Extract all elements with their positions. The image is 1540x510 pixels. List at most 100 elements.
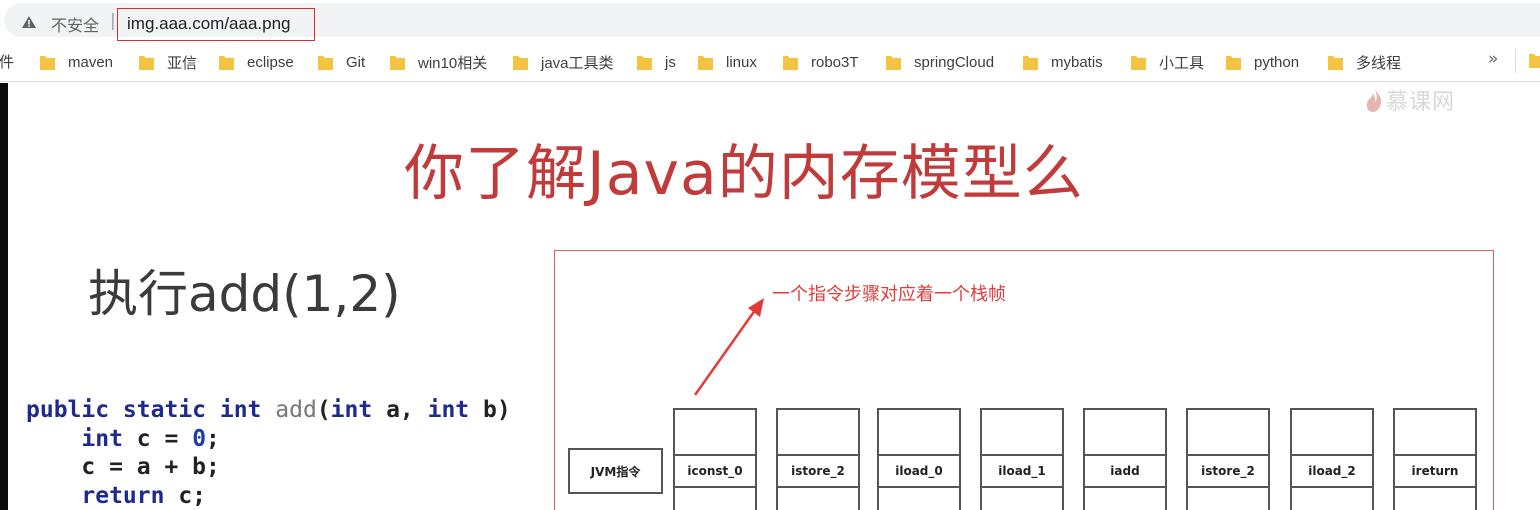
- bookmark-label: springCloud: [914, 53, 995, 71]
- instruction-column: ireturn: [1393, 408, 1477, 510]
- instruction-cell: iload_1: [980, 454, 1064, 488]
- instruction-cell: ireturn: [1393, 454, 1477, 488]
- bookmark-item[interactable]: springCloud: [886, 52, 994, 72]
- bookmark-item[interactable]: eclipse: [219, 52, 294, 72]
- folder-icon: [390, 56, 405, 70]
- bookmark-label: 亚信: [167, 54, 198, 72]
- bookmark-label: 小工具: [1159, 54, 1205, 72]
- slide-subtitle: 执行add(1,2): [88, 265, 401, 323]
- bookmark-item[interactable]: mybatis: [1023, 52, 1103, 72]
- left-edge-strip: [0, 83, 8, 510]
- instruction-cell: iadd: [1083, 454, 1167, 488]
- code-function-name: add: [275, 397, 317, 423]
- separator: |: [110, 11, 116, 31]
- bookmark-label: linux: [726, 53, 757, 71]
- bookmark-label: mybatis: [1051, 53, 1103, 71]
- stack-frame-cell: [1290, 488, 1374, 510]
- bookmark-partial[interactable]: 文件: [0, 51, 14, 72]
- code-text: c;: [164, 482, 207, 509]
- stack-frame-cell: [877, 488, 961, 510]
- folder-icon: [1023, 56, 1038, 70]
- diagram-annotation: 一个指令步骤对应着一个栈帧: [772, 284, 1006, 305]
- bookmark-item[interactable]: Git: [318, 52, 365, 72]
- url-highlight[interactable]: img.aaa.com/aaa.png: [117, 8, 315, 41]
- instruction-cell: iload_0: [877, 454, 961, 488]
- stack-frame-cell: [1186, 408, 1270, 454]
- folder-icon: [1131, 56, 1146, 70]
- bookmark-item[interactable]: 亚信: [139, 52, 197, 72]
- annotation-arrow: [693, 298, 764, 396]
- instruction-column: iload_1: [980, 408, 1064, 510]
- code-keyword: int: [81, 425, 123, 452]
- folder-icon[interactable]: [1529, 52, 1540, 68]
- logo-text: 慕课网: [1386, 90, 1456, 115]
- omnibox[interactable]: 不安全 | img.aaa.com/aaa.png: [4, 3, 1540, 41]
- folder-icon: [1226, 56, 1241, 70]
- code-text: a,: [372, 397, 428, 423]
- bookmark-label: eclipse: [247, 53, 294, 71]
- code-keyword: int: [330, 397, 373, 423]
- security-status[interactable]: 不安全: [51, 12, 99, 36]
- stack-frame-cell: [1393, 408, 1477, 454]
- stack-frame-cell: [980, 408, 1064, 454]
- instruction-column: istore_2: [776, 408, 860, 510]
- imooc-logo: 慕课网: [1364, 84, 1455, 116]
- code-text: c =: [122, 425, 193, 452]
- address-bar-area: 不安全 | img.aaa.com/aaa.png: [0, 0, 1540, 42]
- instruction-cell: istore_2: [1186, 454, 1270, 488]
- code-text: b): [469, 397, 511, 423]
- url-text[interactable]: img.aaa.com/aaa.png: [127, 14, 291, 34]
- code-line: c = a + b;: [81, 454, 220, 480]
- folder-icon: [40, 56, 55, 70]
- bookmark-item[interactable]: 小工具: [1131, 52, 1204, 72]
- folder-icon: [139, 56, 154, 70]
- instruction-column: iload_2: [1290, 408, 1374, 510]
- folder-icon: [513, 56, 528, 70]
- instruction-cell: iconst_0: [673, 454, 757, 488]
- bookmark-item[interactable]: 多线程: [1328, 52, 1401, 72]
- bookmark-item[interactable]: robo3T: [783, 52, 859, 72]
- bookmark-item[interactable]: linux: [698, 52, 757, 72]
- bookmarks-overflow-button[interactable]: »: [1488, 49, 1498, 69]
- stack-frame-cell: [1290, 408, 1374, 454]
- bookmark-label: java工具类: [541, 54, 614, 72]
- folder-icon: [318, 56, 333, 70]
- bookmarks-divider: [1515, 49, 1516, 73]
- code-keyword: return: [81, 482, 165, 509]
- folder-icon: [1328, 56, 1343, 70]
- stack-frame-cell: [1186, 488, 1270, 510]
- bookmark-item[interactable]: js: [637, 52, 676, 72]
- warning-icon[interactable]: [21, 14, 37, 30]
- stack-frame-cell: [1083, 488, 1167, 510]
- bookmark-item[interactable]: python: [1226, 52, 1299, 72]
- stack-frame-cell: [673, 408, 757, 454]
- stack-frame-cell: [1083, 408, 1167, 454]
- bookmark-label: python: [1254, 53, 1300, 71]
- folder-icon: [637, 56, 652, 70]
- code-text: (: [316, 397, 331, 423]
- bookmark-item[interactable]: win10相关: [390, 52, 487, 72]
- stack-frame-cell: [776, 408, 860, 454]
- stack-frame-cell: [1393, 488, 1477, 510]
- instruction-cell: istore_2: [776, 454, 860, 488]
- instruction-column: istore_2: [1186, 408, 1270, 510]
- instruction-cell: iload_2: [1290, 454, 1374, 488]
- stack-frame-cell: [877, 408, 961, 454]
- stack-frame-cell: [776, 488, 860, 510]
- bookmark-item[interactable]: maven: [40, 52, 113, 72]
- jvm-instruction-label: JVM指令: [568, 448, 663, 494]
- bookmark-label: maven: [68, 53, 114, 71]
- bookmark-label: robo3T: [811, 53, 859, 71]
- code-text: ;: [206, 425, 220, 452]
- flame-icon: [1366, 88, 1382, 112]
- bookmark-item[interactable]: java工具类: [513, 52, 614, 72]
- instruction-column: iconst_0: [673, 408, 757, 510]
- instruction-column: iadd: [1083, 408, 1167, 510]
- bookmark-label: 多线程: [1356, 54, 1402, 72]
- bookmark-label: Git: [346, 53, 366, 71]
- folder-icon: [783, 56, 798, 70]
- folder-icon: [219, 56, 234, 70]
- slide-title: 你了解Java的内存模型么: [404, 139, 1084, 209]
- folder-icon: [886, 56, 901, 70]
- instruction-column: iload_0: [877, 408, 961, 510]
